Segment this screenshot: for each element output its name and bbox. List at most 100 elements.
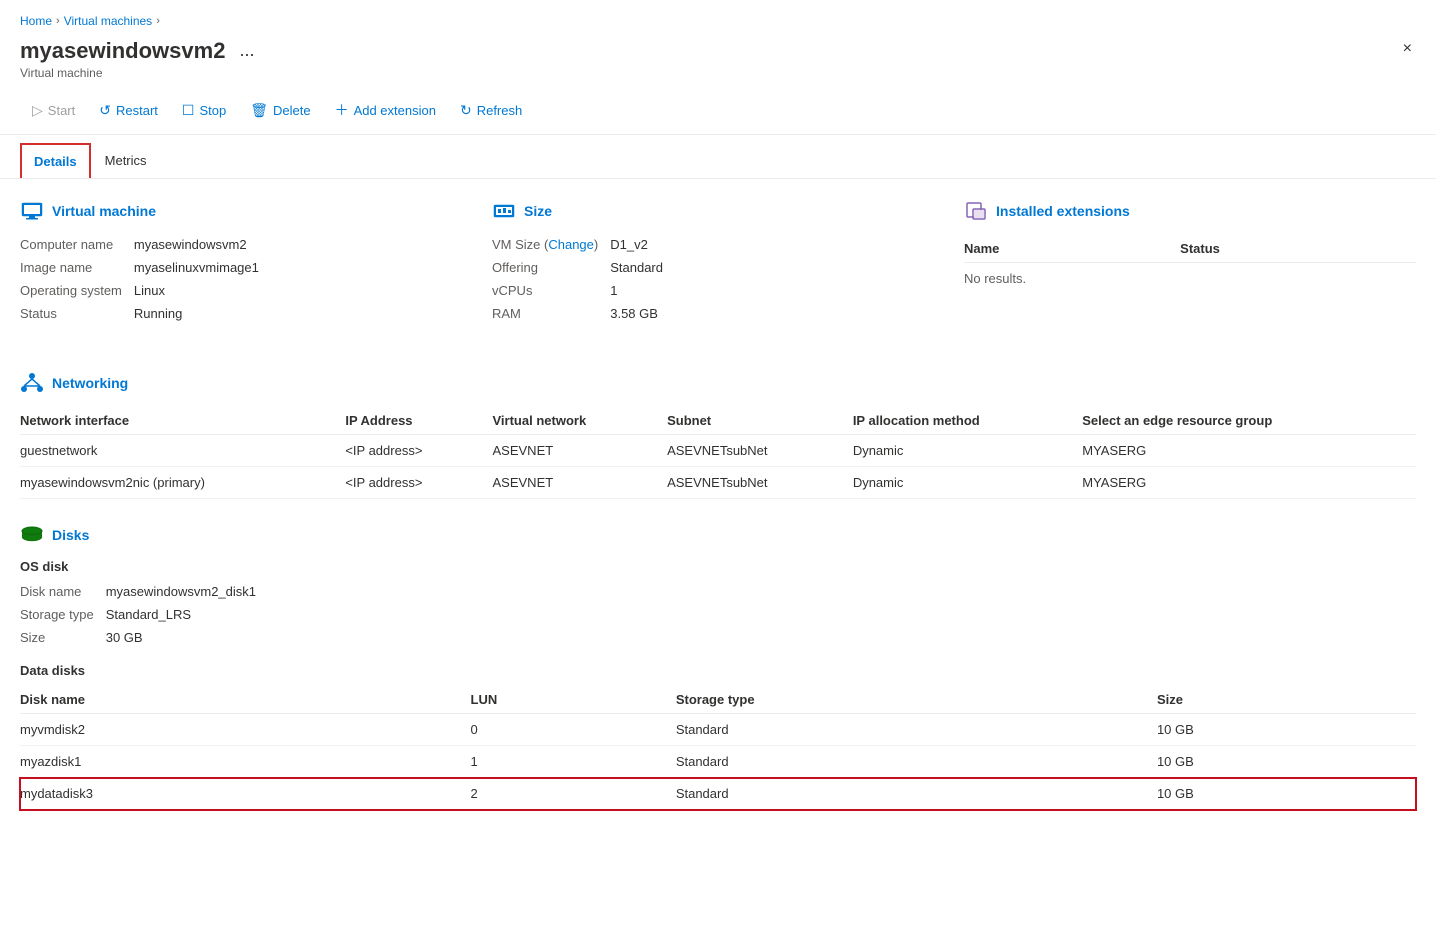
disk-row3-name: mydatadisk3 <box>20 778 471 810</box>
breadcrumb-sep1: › <box>56 15 60 27</box>
disk-row1-size: 10 GB <box>1157 714 1416 746</box>
os-disk-name-value: myasewindowsvm2_disk1 <box>106 582 420 601</box>
refresh-label: Refresh <box>477 103 523 118</box>
networking-section-header: Networking <box>20 371 1416 395</box>
add-extension-button[interactable]: ＋ Add extension <box>323 94 448 126</box>
disk-row2-name: myazdisk1 <box>20 746 471 778</box>
data-disks-title: Data disks <box>20 663 1416 678</box>
os-disk-storage-label: Storage type <box>20 605 94 624</box>
os-disk-storage-value: Standard_LRS <box>106 605 420 624</box>
net-row2-ip: <IP address> <box>345 467 492 499</box>
networking-table: Network interface IP Address Virtual net… <box>20 407 1416 499</box>
networking-icon <box>20 371 44 395</box>
refresh-button[interactable]: ↻ Refresh <box>448 96 534 125</box>
computer-name-label: Computer name <box>20 235 122 254</box>
status-value: Running <box>134 304 472 323</box>
vcpus-label: vCPUs <box>492 281 598 300</box>
os-disk-name-label: Disk name <box>20 582 94 601</box>
delete-label: Delete <box>273 103 311 118</box>
disk-row3-size: 10 GB <box>1157 778 1416 810</box>
breadcrumb: Home › Virtual machines › <box>0 0 1436 32</box>
disk-col-storage: Storage type <box>676 686 1157 714</box>
extensions-section-title: Installed extensions <box>996 203 1130 219</box>
ellipsis-menu-button[interactable]: ... <box>233 36 260 65</box>
table-row-highlighted: mydatadisk3 2 Standard 10 GB <box>20 778 1416 810</box>
refresh-icon: ↻ <box>460 102 472 119</box>
tab-details[interactable]: Details <box>20 143 91 178</box>
table-row: myazdisk1 1 Standard 10 GB <box>20 746 1416 778</box>
vm-info-grid: Computer name myasewindowsvm2 Image name… <box>20 235 472 323</box>
breadcrumb-vms[interactable]: Virtual machines <box>64 14 153 28</box>
table-row: myvmdisk2 0 Standard 10 GB <box>20 714 1416 746</box>
net-row2-rg: MYASERG <box>1082 467 1416 499</box>
ext-no-results: No results. <box>964 263 1416 295</box>
delete-icon: 🗑 <box>250 102 268 119</box>
restart-button[interactable]: ↺ Restart <box>87 96 170 125</box>
disk-col-size: Size <box>1157 686 1416 714</box>
ext-col-status: Status <box>1180 235 1416 263</box>
start-label: Start <box>48 103 75 118</box>
delete-button[interactable]: 🗑 Delete <box>238 96 322 125</box>
disk-row1-lun: 0 <box>471 714 676 746</box>
start-button[interactable]: ▷ Start <box>20 96 87 125</box>
os-disk-size-label: Size <box>20 628 94 647</box>
net-row2-vnet: ASEVNET <box>493 467 668 499</box>
net-row1-interface: guestnetwork <box>20 435 345 467</box>
start-icon: ▷ <box>32 102 43 119</box>
extensions-table: Name Status No results. <box>964 235 1416 294</box>
content-area: Virtual machine Computer name myasewindo… <box>0 179 1436 854</box>
table-row: guestnetwork <IP address> ASEVNET ASEVNE… <box>20 435 1416 467</box>
toolbar: ▷ Start ↺ Restart ☐ Stop 🗑 Delete ＋ Add … <box>0 88 1436 135</box>
net-row1-ip: <IP address> <box>345 435 492 467</box>
top-three-col: Virtual machine Computer name myasewindo… <box>20 199 1416 347</box>
add-extension-label: Add extension <box>354 103 436 118</box>
size-section-header: Size <box>492 199 944 223</box>
computer-name-value: myasewindowsvm2 <box>134 235 472 254</box>
vm-section-title: Virtual machine <box>52 203 156 219</box>
net-row1-allocation: Dynamic <box>853 435 1082 467</box>
net-col-allocation: IP allocation method <box>853 407 1082 435</box>
disk-row1-name: myvmdisk2 <box>20 714 471 746</box>
ram-value: 3.58 GB <box>610 304 944 323</box>
os-value: Linux <box>134 281 472 300</box>
restart-icon: ↺ <box>99 102 111 119</box>
vm-section: Virtual machine Computer name myasewindo… <box>20 199 472 323</box>
close-button[interactable]: × <box>1399 36 1416 62</box>
net-col-subnet: Subnet <box>667 407 853 435</box>
change-link[interactable]: Change <box>548 237 594 252</box>
disk-row3-lun: 2 <box>471 778 676 810</box>
net-row1-subnet: ASEVNETsubNet <box>667 435 853 467</box>
disks-section: Disks OS disk Disk name myasewindowsvm2_… <box>20 523 1416 810</box>
net-col-vnet: Virtual network <box>493 407 668 435</box>
disk-row2-lun: 1 <box>471 746 676 778</box>
os-disk-title: OS disk <box>20 559 1416 574</box>
net-col-ip: IP Address <box>345 407 492 435</box>
page: Home › Virtual machines › myasewindowsvm… <box>0 0 1436 949</box>
net-row1-rg: MYASERG <box>1082 435 1416 467</box>
disks-section-header: Disks <box>20 523 1416 547</box>
image-name-value: myaselinuxvmimage1 <box>134 258 472 277</box>
size-section: Size VM Size (Change) D1_v2 Offering Sta… <box>492 199 944 323</box>
stop-button[interactable]: ☐ Stop <box>170 96 238 125</box>
os-disk-size-value: 30 GB <box>106 628 420 647</box>
net-row1-vnet: ASEVNET <box>493 435 668 467</box>
tab-metrics[interactable]: Metrics <box>91 143 161 178</box>
disk-col-lun: LUN <box>471 686 676 714</box>
breadcrumb-home[interactable]: Home <box>20 14 52 28</box>
vm-size-label: VM Size (Change) <box>492 235 598 254</box>
ram-label: RAM <box>492 304 598 323</box>
stop-icon: ☐ <box>182 102 195 119</box>
vm-icon <box>20 199 44 223</box>
size-icon <box>492 199 516 223</box>
size-info-grid: VM Size (Change) D1_v2 Offering Standard… <box>492 235 944 323</box>
stop-label: Stop <box>199 103 226 118</box>
extensions-section-header: Installed extensions <box>964 199 1416 223</box>
image-name-label: Image name <box>20 258 122 277</box>
tabs-bar: Details Metrics <box>0 135 1436 179</box>
data-disks-table: Disk name LUN Storage type Size myvmdisk… <box>20 686 1416 810</box>
vcpus-value: 1 <box>610 281 944 300</box>
size-section-title: Size <box>524 203 552 219</box>
header-left: myasewindowsvm2 ... Virtual machine <box>20 36 260 80</box>
disk-row2-size: 10 GB <box>1157 746 1416 778</box>
net-row2-subnet: ASEVNETsubNet <box>667 467 853 499</box>
